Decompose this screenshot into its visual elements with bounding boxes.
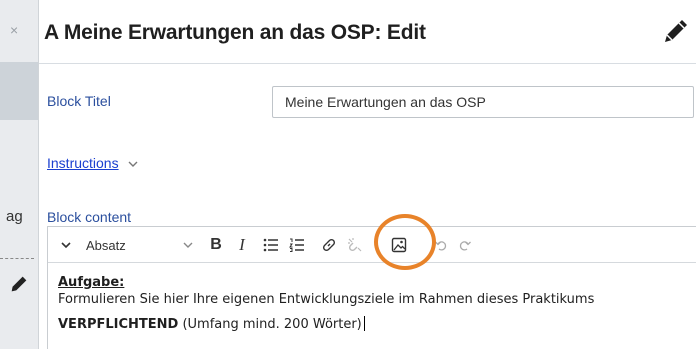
block-content-label: Block content (47, 209, 132, 225)
redo-button[interactable] (455, 227, 475, 263)
format-select-chevron[interactable] (180, 227, 196, 263)
bold-button[interactable]: B (208, 227, 224, 263)
link-icon (322, 238, 336, 252)
toolbar-toggle[interactable] (58, 227, 74, 263)
modal-title: A Meine Erwartungen an das OSP: Edit (44, 21, 426, 44)
chevron-down-icon (61, 242, 71, 249)
edit-modal: A Meine Erwartungen an das OSP: Edit Blo… (38, 0, 696, 349)
editor-toolbar: Absatz B I (48, 227, 696, 263)
unlink-icon (348, 238, 362, 252)
unlink-button[interactable] (345, 227, 365, 263)
content-requirement: VERPFLICHTEND (Umfang mind. 200 Wörter) (58, 316, 688, 333)
link-button[interactable] (319, 227, 339, 263)
redo-icon (459, 241, 471, 251)
editor-content[interactable]: Aufgabe: Formulieren Sie hier Ihre eigen… (48, 264, 696, 343)
background-partial-text: ag (6, 208, 23, 225)
rich-text-editor[interactable]: Absatz B I Aufgabe: Formulieren Sie hier… (47, 226, 696, 349)
close-icon[interactable]: × (10, 22, 18, 38)
requirement-rest: (Umfang mind. 200 Wörter) (178, 317, 362, 332)
modal-header: A Meine Erwartungen an das OSP: Edit (39, 0, 696, 64)
chevron-down-icon (183, 242, 193, 248)
bulleted-list-button[interactable] (261, 227, 281, 263)
block-title-input[interactable]: Meine Erwartungen an das OSP (272, 86, 694, 118)
numbered-list-icon (289, 238, 304, 252)
instructions-link[interactable]: Instructions (47, 155, 119, 171)
background-divider (0, 258, 34, 259)
block-title-label: Block Titel (47, 93, 111, 109)
undo-icon (435, 241, 447, 251)
format-select[interactable]: Absatz (86, 227, 126, 263)
instructions-toggle[interactable]: Instructions (47, 155, 138, 171)
text-caret (363, 316, 365, 331)
content-heading: Aufgabe: (58, 275, 125, 290)
highlight-annotation (374, 214, 436, 270)
background-strip (0, 62, 38, 120)
background-page: × ag (0, 0, 38, 349)
numbered-list-button[interactable] (287, 227, 307, 263)
pencil-icon[interactable] (8, 273, 30, 295)
pencil-icon[interactable] (661, 16, 691, 46)
italic-button[interactable]: I (234, 227, 250, 263)
requirement-bold: VERPFLICHTEND (58, 317, 179, 332)
chevron-down-icon[interactable] (128, 160, 138, 168)
bulleted-list-icon (263, 238, 278, 252)
content-task: Formulieren Sie hier Ihre eigenen Entwic… (58, 292, 595, 307)
